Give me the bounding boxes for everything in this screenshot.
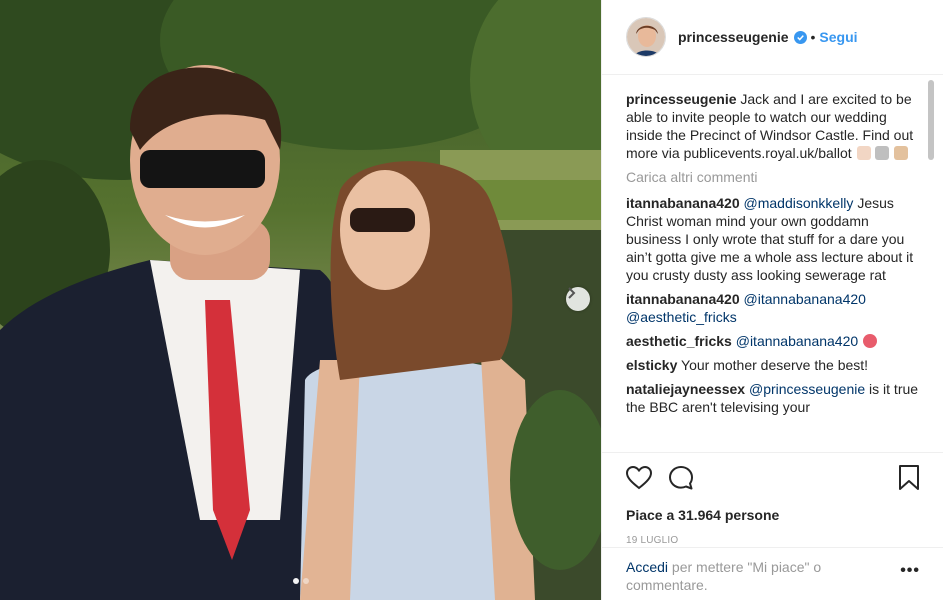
skin-tone-emoji-icon	[894, 146, 909, 160]
comment-item: itannabanana420 @itannabanana420 @aesthe…	[626, 290, 926, 326]
chevron-right-icon	[568, 287, 576, 299]
comment-username[interactable]: elsticky	[626, 357, 677, 373]
avatar[interactable]	[626, 17, 666, 57]
likes-count[interactable]: Piace a 31.964 persone	[626, 507, 920, 523]
follow-button[interactable]: Segui	[819, 29, 857, 45]
login-link[interactable]: Accedi	[626, 559, 668, 575]
carousel-dot	[302, 578, 309, 584]
comments-list: princesseugenie Jack and I are excited t…	[626, 90, 926, 452]
carousel-indicator	[0, 578, 601, 584]
comment-mention[interactable]: @itannabanana420	[744, 291, 866, 307]
woman-emoji-icon	[856, 146, 871, 160]
caption-username[interactable]: princesseugenie	[626, 91, 737, 107]
post-actions: Piace a 31.964 persone 19 luglio Accedi …	[602, 452, 943, 600]
comment-mention[interactable]: @maddisonkkelly	[744, 195, 854, 211]
comment-text: Your mother deserve the best!	[681, 357, 869, 373]
bookmark-icon[interactable]	[898, 465, 920, 491]
caption: princesseugenie Jack and I are excited t…	[626, 90, 926, 162]
more-options-icon[interactable]: •••	[900, 562, 920, 580]
action-icons	[626, 465, 920, 491]
header-username[interactable]: princesseugenie	[678, 29, 789, 45]
comment-item: itannabanana420 @maddisonkkelly Jesus Ch…	[626, 194, 926, 284]
carousel-next-button[interactable]	[566, 287, 590, 311]
verified-badge-icon	[793, 30, 807, 44]
heart-icon[interactable]	[626, 466, 652, 490]
comment-mention[interactable]: @princesseugenie	[749, 381, 865, 397]
comment-item: nataliejayneessex @princesseugenie is it…	[626, 380, 926, 416]
post-photo[interactable]	[0, 0, 601, 600]
header-separator: •	[810, 29, 816, 45]
login-prompt: Accedi per mettere "Mi piace" o commenta…	[602, 547, 943, 600]
comment-username[interactable]: nataliejayneessex	[626, 381, 745, 397]
profile-picture	[627, 18, 665, 56]
comments-scrollbar[interactable]	[928, 80, 934, 160]
comment-mention[interactable]: @aesthetic_fricks	[626, 309, 737, 325]
post-header: princesseugenie • Segui	[602, 0, 943, 75]
carousel-dot-active	[292, 578, 299, 584]
comment-username[interactable]: itannabanana420	[626, 291, 740, 307]
tongue-emoji-icon	[863, 334, 878, 348]
comment-item: elsticky Your mother deserve the best!	[626, 356, 926, 374]
comment-username[interactable]: itannabanana420	[626, 195, 740, 211]
login-prompt-text: Accedi per mettere "Mi piace" o commenta…	[626, 558, 866, 594]
post-photo-illustration	[0, 0, 601, 600]
post-sidebar: princesseugenie • Segui princesseugenie …	[601, 0, 943, 600]
comment-mention[interactable]: @itannabanana420	[736, 333, 858, 349]
comment-item: aesthetic_fricks @itannabanana420	[626, 332, 926, 350]
comment-username[interactable]: aesthetic_fricks	[626, 333, 732, 349]
comment-bubble-icon[interactable]	[668, 465, 694, 491]
calendar-emoji-icon	[875, 146, 890, 160]
post-date[interactable]: 19 luglio	[626, 535, 920, 546]
load-more-comments-button[interactable]: Carica altri commenti	[626, 168, 926, 186]
